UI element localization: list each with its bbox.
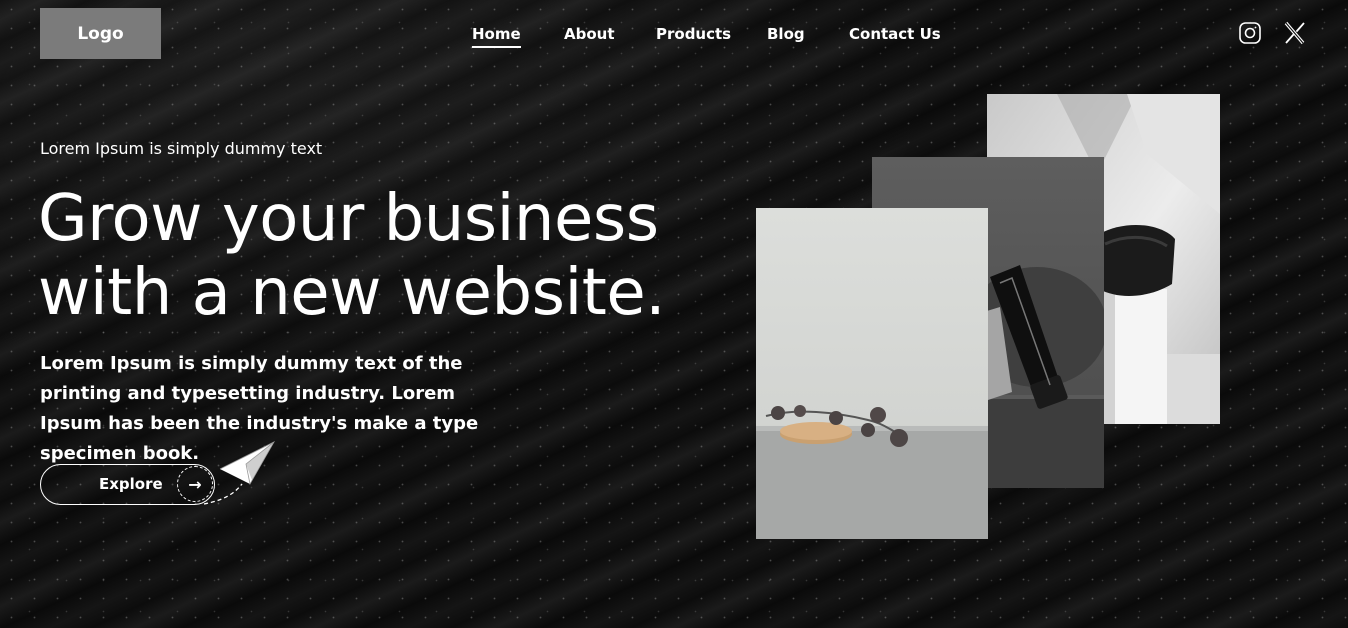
explore-button[interactable]: Explore →	[40, 464, 215, 505]
paper-plane-icon	[203, 441, 276, 505]
explore-button-label: Explore	[99, 475, 163, 493]
nav-contact-us[interactable]: Contact Us	[849, 24, 941, 44]
nav-blog[interactable]: Blog	[767, 24, 805, 44]
nav-about[interactable]: About	[564, 24, 615, 44]
hero-tagline: Lorem Ipsum is simply dummy text	[40, 139, 323, 158]
hero-headline: Grow your business with a new website.	[38, 182, 718, 330]
instagram-icon[interactable]	[1238, 20, 1262, 50]
x-icon[interactable]	[1283, 20, 1307, 50]
wooden-dish-berries	[756, 208, 988, 539]
headline-line-2: with a new website.	[38, 256, 666, 330]
main-nav: Home About Products Blog Contact Us	[0, 24, 1348, 48]
nav-products[interactable]: Products	[656, 24, 731, 44]
headline-line-1: Grow your business	[38, 182, 659, 256]
nav-home[interactable]: Home	[472, 24, 521, 48]
